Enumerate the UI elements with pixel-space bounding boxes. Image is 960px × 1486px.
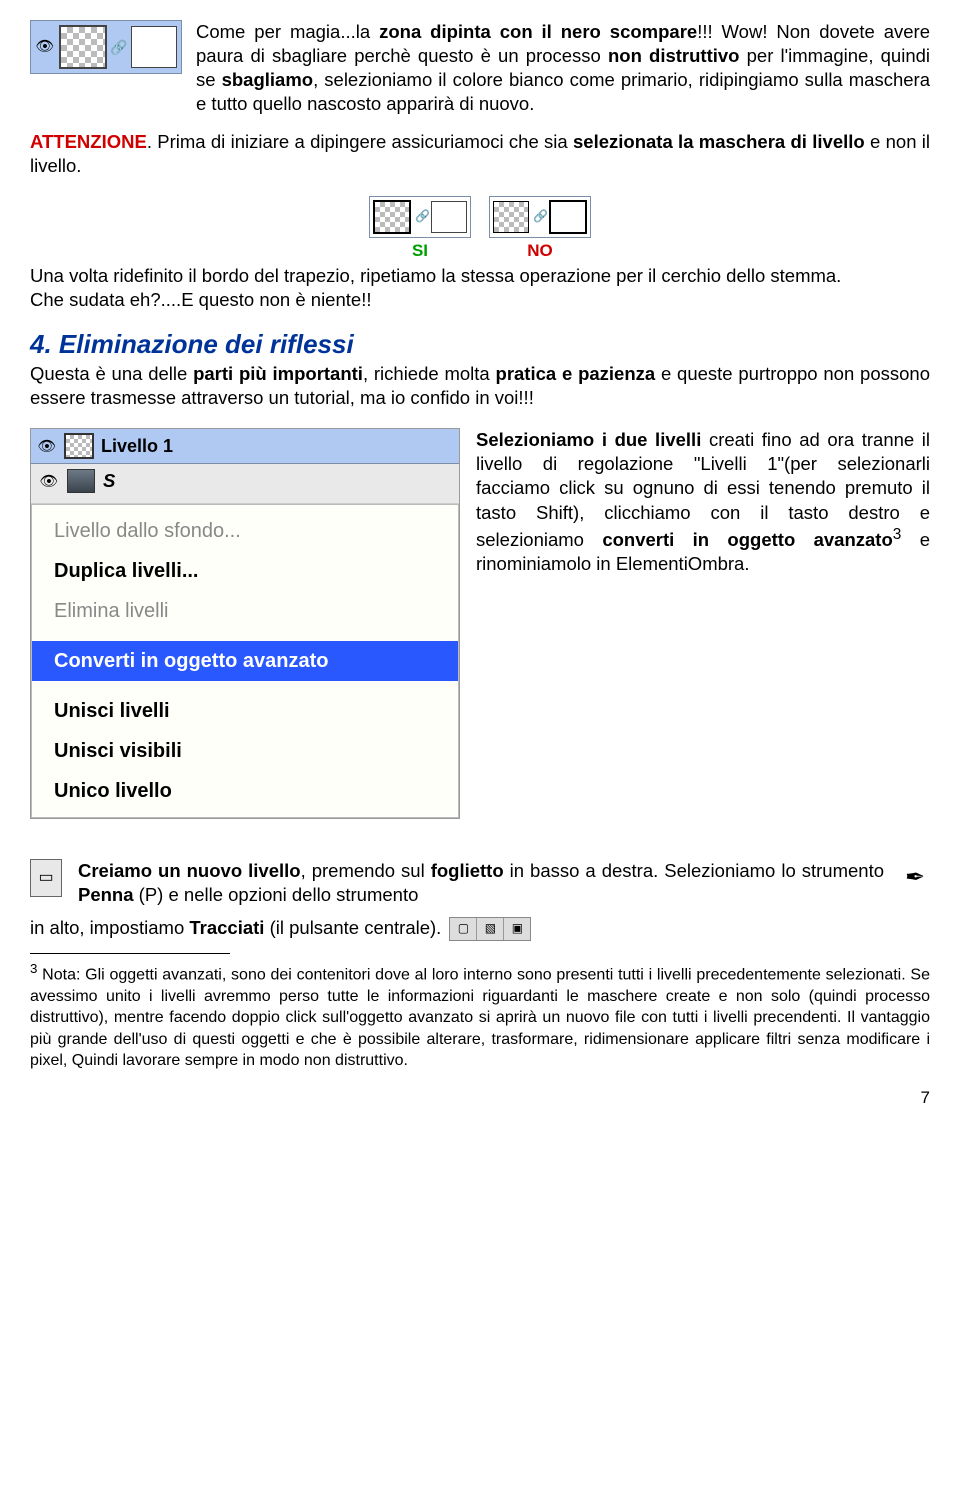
layer-row-livello1[interactable]: 👁 Livello 1: [31, 429, 459, 464]
page-number: 7: [30, 1087, 930, 1109]
sudata-paragraph: Che sudata eh?....E questo non è niente!…: [30, 288, 930, 312]
ctx-item-duplica[interactable]: Duplica livelli...: [32, 551, 458, 591]
foot-paragraph-1: Creiamo un nuovo livello, premendo sul f…: [78, 859, 884, 907]
ctx-item-unisci-livelli[interactable]: Unisci livelli: [32, 691, 458, 731]
layer-thumb-strip: 👁 🔗: [30, 20, 182, 74]
footnote-rule: [30, 953, 230, 954]
mini-checker-si: [373, 200, 411, 234]
si-no-row: 🔗 SI 🔗 NO: [30, 196, 930, 262]
ctx-item-elimina: Elimina livelli: [32, 591, 458, 631]
trapezio-paragraph: Una volta ridefinito il bordo del trapez…: [30, 264, 930, 288]
si-cell: 🔗 SI: [369, 196, 471, 262]
layer-letter: S: [103, 469, 115, 493]
no-cell: 🔗 NO: [489, 196, 591, 262]
context-menu-screenshot: 👁 Livello 1 👁 S Livello dallo sfondo... …: [30, 428, 460, 819]
mini-mask-si: [431, 201, 467, 233]
visibility-eye-icon: 👁: [35, 39, 55, 55]
layer-mask-thumbnail: [131, 26, 177, 68]
attenzione-paragraph: ATTENZIONE. Prima di iniziare a dipinger…: [30, 130, 930, 178]
foot-row: ▭ Creiamo un nuovo livello, premendo sul…: [30, 859, 930, 907]
tracciati-buttons: ▢ ▧ ▣: [449, 917, 531, 941]
layer-row-secondary[interactable]: 👁 S: [31, 464, 459, 504]
ctx-item-livello-sfondo: Livello dallo sfondo...: [32, 511, 458, 551]
footnote-3: 3 Nota: Gli oggetti avanzati, sono dei c…: [30, 960, 930, 1072]
mini-link-icon: 🔗: [415, 209, 427, 225]
ctx-item-unico-livello[interactable]: Unico livello: [32, 771, 458, 811]
layer-thumbnail-checker: [59, 25, 107, 69]
section-4-paragraph: Questa è una delle parti più importanti,…: [30, 362, 930, 410]
visibility-eye-icon: 👁: [37, 438, 57, 454]
pen-tool-icon: ✒: [900, 859, 930, 895]
ctx-item-unisci-visibili[interactable]: Unisci visibili: [32, 731, 458, 771]
no-label: NO: [527, 240, 553, 262]
layer-thumb-photo: [67, 469, 95, 493]
si-label: SI: [412, 240, 428, 262]
foot-paragraph-2: in alto, impostiamo Tracciati (il pulsan…: [30, 916, 930, 941]
intro-row: 👁 🔗 Come per magia...la zona dipinta con…: [30, 20, 930, 116]
context-menu: Livello dallo sfondo... Duplica livelli.…: [31, 504, 459, 818]
attenzione-label: ATTENZIONE: [30, 131, 147, 152]
path-mode-paths-icon[interactable]: ▧: [477, 918, 504, 940]
mini-mask-no: [549, 200, 587, 234]
ctx-item-converti-oggetto-avanzato[interactable]: Converti in oggetto avanzato: [32, 641, 458, 681]
layer-link-icon: 🔗: [111, 38, 127, 56]
context-menu-row: 👁 Livello 1 👁 S Livello dallo sfondo... …: [30, 428, 930, 819]
side-paragraph: Selezioniamo i due livelli creati fino a…: [476, 428, 930, 575]
mini-checker-no: [493, 201, 529, 233]
mini-link-icon: 🔗: [533, 209, 545, 225]
visibility-eye-icon: 👁: [39, 473, 59, 489]
new-layer-icon: ▭: [30, 859, 62, 897]
layer-thumb-small: [64, 433, 94, 459]
path-mode-fill-icon[interactable]: ▣: [504, 918, 530, 940]
intro-paragraph: Come per magia...la zona dipinta con il …: [196, 20, 930, 116]
section-4-title: 4. Eliminazione dei riflessi: [30, 328, 930, 362]
path-mode-shape-icon[interactable]: ▢: [450, 918, 477, 940]
layer-name: Livello 1: [101, 435, 173, 458]
